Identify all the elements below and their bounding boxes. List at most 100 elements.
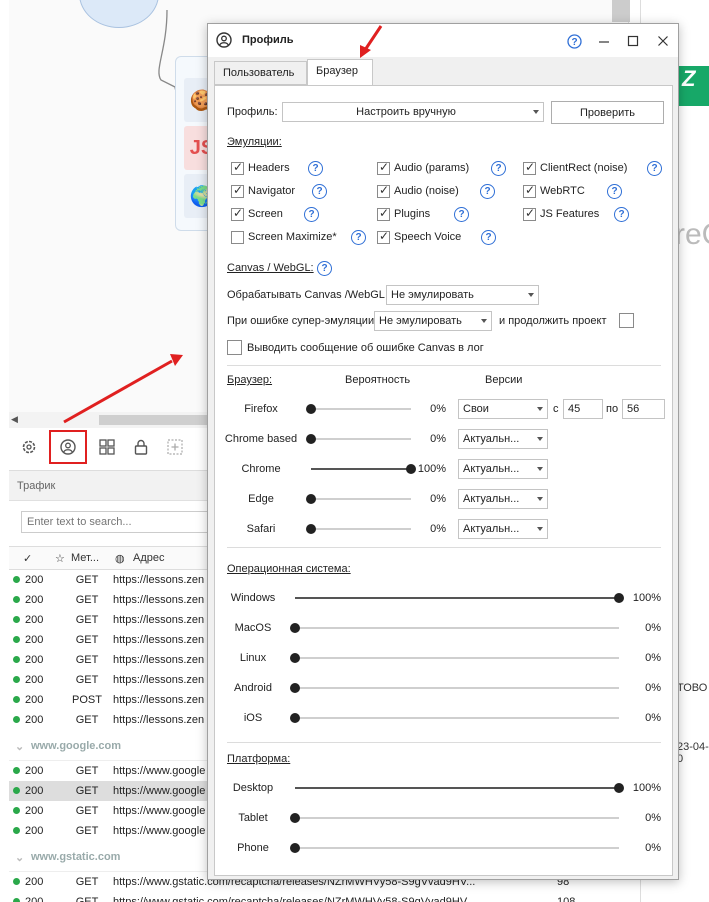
chevron-down-icon[interactable]: ⌄ <box>15 851 24 864</box>
emulation-checkbox[interactable] <box>231 206 244 221</box>
os-probability-slider[interactable] <box>290 713 619 723</box>
browser-version-select[interactable]: Актуальн... <box>458 459 548 479</box>
browser-version-select[interactable]: Актуальн... <box>458 429 548 449</box>
slider-knob[interactable] <box>290 843 300 853</box>
tab-browser[interactable]: Браузер <box>307 59 373 86</box>
lock-icon[interactable] <box>129 435 153 459</box>
browser-name: Safari <box>246 523 276 535</box>
slider-knob[interactable] <box>290 713 300 723</box>
slider-knob[interactable] <box>306 404 316 414</box>
gear-icon[interactable] <box>17 435 41 459</box>
canvas-process-select[interactable]: Не эмулировать <box>386 285 539 305</box>
canvas-vscroll[interactable] <box>612 0 630 22</box>
slider-knob[interactable] <box>306 434 316 444</box>
dialog-titlebar[interactable]: Профиль ? <box>208 24 678 57</box>
emulation-checkbox[interactable] <box>377 229 390 244</box>
os-percent: 100% <box>632 592 661 604</box>
platform-probability-slider[interactable] <box>295 783 624 793</box>
request-method: GET <box>75 785 99 797</box>
status-dot <box>13 596 20 603</box>
grid-icon[interactable] <box>95 435 119 459</box>
canvas-log-checkbox[interactable] <box>227 340 242 355</box>
help-icon[interactable]: ? <box>562 30 586 52</box>
slider-fill <box>311 468 411 470</box>
slider-knob[interactable] <box>614 783 624 793</box>
maximize-icon[interactable] <box>621 30 645 52</box>
slider-knob[interactable] <box>306 494 316 504</box>
address-column-header[interactable]: Адрес <box>133 552 165 564</box>
browser-version-select[interactable]: Актуальн... <box>458 489 548 509</box>
close-icon[interactable] <box>651 30 675 52</box>
os-name: Android <box>234 682 272 694</box>
dialog-title: Профиль <box>242 34 294 46</box>
scroll-left-icon[interactable]: ◀ <box>11 414 18 425</box>
help-icon[interactable]: ? <box>304 207 319 222</box>
emulation-checkbox[interactable] <box>523 206 536 221</box>
traffic-search-input[interactable] <box>21 511 211 533</box>
browser-probability-slider[interactable] <box>306 404 411 414</box>
status-code: 200 <box>25 694 44 706</box>
browser-probability-slider[interactable] <box>311 464 416 474</box>
chevron-down-icon <box>537 497 543 501</box>
help-icon[interactable]: ? <box>317 261 332 276</box>
os-percent: 0% <box>645 652 661 664</box>
emulation-checkbox[interactable] <box>231 231 244 244</box>
table-row[interactable]: 200 GET https://www.gstatic.com/recaptcha/… <box>9 892 609 902</box>
emulation-checkbox[interactable] <box>231 183 244 198</box>
emulation-checkbox[interactable] <box>377 206 390 221</box>
chevron-down-icon[interactable]: ⌄ <box>15 740 24 753</box>
platform-probability-slider[interactable] <box>290 843 619 853</box>
check-button[interactable]: Проверить <box>551 101 664 124</box>
method-column-header[interactable]: Мет... <box>71 552 99 564</box>
emulation-checkbox[interactable] <box>377 160 390 175</box>
slider-knob[interactable] <box>290 623 300 633</box>
emulation-checkbox[interactable] <box>231 160 244 175</box>
browser-probability-slider[interactable] <box>306 494 411 504</box>
flow-node-circle[interactable] <box>79 0 159 28</box>
slider-knob[interactable] <box>290 683 300 693</box>
platform-probability-slider[interactable] <box>290 813 619 823</box>
help-icon[interactable]: ? <box>607 184 622 199</box>
help-icon[interactable]: ? <box>491 161 506 176</box>
profile-select[interactable]: Настроить вручную <box>282 102 544 122</box>
help-icon[interactable]: ? <box>308 161 323 176</box>
help-icon[interactable]: ? <box>454 207 469 222</box>
browser-probability-slider[interactable] <box>306 434 411 444</box>
version-to-input[interactable]: 56 <box>622 399 665 419</box>
slider-knob[interactable] <box>290 813 300 823</box>
slider-knob[interactable] <box>290 653 300 663</box>
help-icon[interactable]: ? <box>351 230 366 245</box>
canvas-error-select[interactable]: Не эмулировать <box>374 311 492 331</box>
slider-knob[interactable] <box>614 593 624 603</box>
emulation-checkbox[interactable] <box>523 183 536 198</box>
browser-version-select[interactable]: Актуальн... <box>458 519 548 539</box>
brand-logo: Z <box>679 66 709 106</box>
status-code: 200 <box>25 594 44 606</box>
status-code: 200 <box>25 714 44 726</box>
os-probability-slider[interactable] <box>295 593 624 603</box>
status-dot <box>13 787 20 794</box>
emulation-checkbox[interactable] <box>523 160 536 175</box>
os-probability-slider[interactable] <box>290 653 619 663</box>
help-icon[interactable]: ? <box>614 207 629 222</box>
add-frame-icon[interactable] <box>163 435 187 459</box>
browser-version-select[interactable]: Свои <box>458 399 548 419</box>
help-icon[interactable]: ? <box>647 161 662 176</box>
browser-probability-slider[interactable] <box>306 524 411 534</box>
help-icon[interactable]: ? <box>480 184 495 199</box>
os-probability-slider[interactable] <box>290 623 619 633</box>
emulation-checkbox[interactable] <box>377 183 390 198</box>
version-from-input[interactable]: 45 <box>563 399 603 419</box>
check-column-icon[interactable]: ✓ <box>23 552 32 565</box>
os-probability-slider[interactable] <box>290 683 619 693</box>
profile-dialog: Профиль ? Пользователь Браузер Профиль: … <box>207 23 679 880</box>
minimize-icon[interactable] <box>592 30 616 52</box>
help-icon[interactable]: ? <box>312 184 327 199</box>
tab-user[interactable]: Пользователь <box>214 61 307 85</box>
os-name: Windows <box>230 592 276 604</box>
slider-knob[interactable] <box>306 524 316 534</box>
canvas-continue-checkbox[interactable] <box>619 313 634 328</box>
help-icon[interactable]: ? <box>481 230 496 245</box>
recaptcha-text: reC <box>675 218 709 251</box>
profile-icon[interactable] <box>49 430 87 464</box>
